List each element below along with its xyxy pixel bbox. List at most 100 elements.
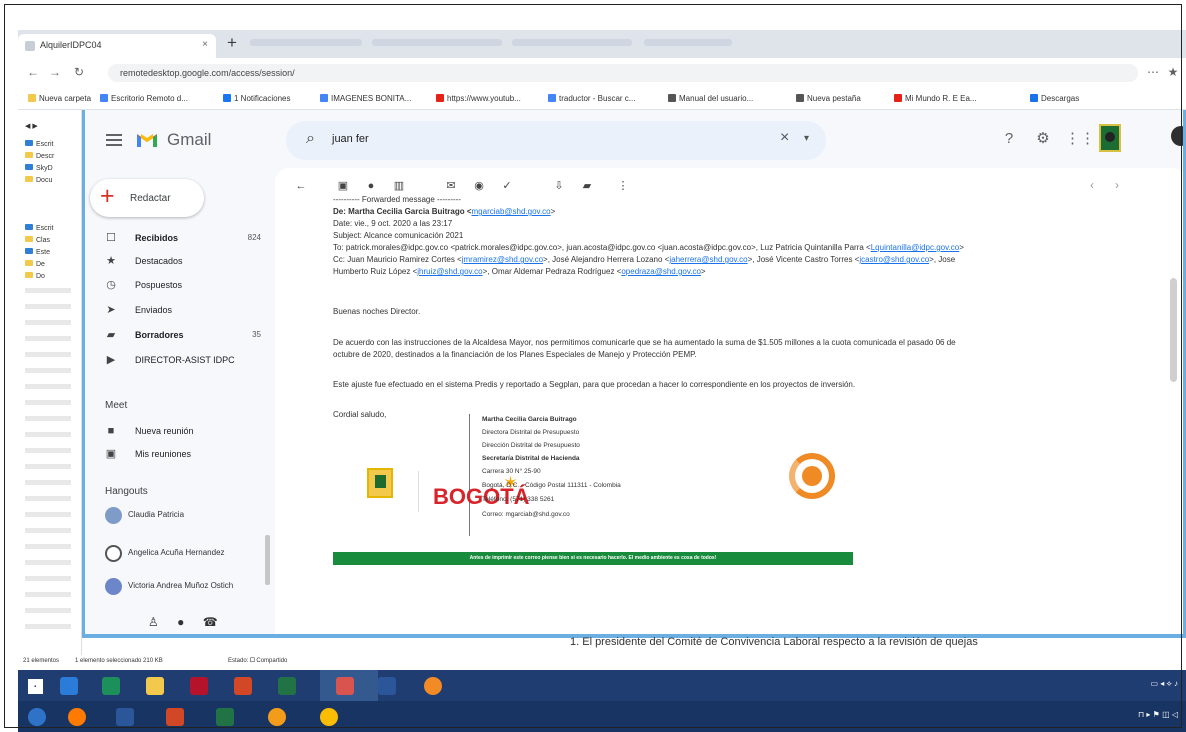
archive-icon[interactable]: ▣ (335, 178, 351, 194)
app-icon[interactable] (268, 708, 286, 726)
bookmark-item[interactable]: 1 Notificaciones (223, 94, 290, 106)
windows-icon[interactable] (28, 679, 43, 694)
windows-icon[interactable] (28, 708, 46, 726)
forward-icon[interactable]: → (48, 65, 62, 79)
explorer-item[interactable]: Escrit (25, 224, 54, 235)
bookmark-item[interactable]: traductor - Buscar c... (548, 94, 635, 106)
compose-button[interactable]: + Redactar (90, 179, 204, 217)
chrome-icon[interactable] (424, 677, 442, 695)
email-link[interactable]: Lquintanilla@idpc.gov.co (871, 243, 959, 252)
blurred-tab[interactable] (372, 39, 502, 46)
hangouts-contact[interactable]: Victoria Andrea Muñoz Ostich (105, 576, 273, 598)
more-vertical-icon[interactable]: ⋮ (615, 178, 631, 194)
browser-tab[interactable]: AlquilerIDPC04 × (18, 34, 216, 58)
hangouts-contact[interactable]: Claudia Patricia (105, 505, 273, 527)
explorer-item[interactable]: Docu (25, 176, 52, 187)
extension-icon[interactable]: ⋯ (1146, 65, 1160, 79)
url-input[interactable]: remotedesktop.google.com/access/session/ (108, 64, 1138, 82)
chevron-down-icon[interactable]: ▾ (804, 133, 809, 144)
close-icon[interactable]: × (780, 129, 789, 147)
firefox-icon[interactable] (68, 708, 86, 726)
nav-item-starred[interactable]: ★ Destacados (85, 250, 273, 272)
question-icon[interactable]: ? (999, 129, 1019, 149)
address-bar-row: ← → ↻ remotedesktop.google.com/access/se… (18, 58, 1186, 88)
blurred-tab[interactable] (512, 39, 632, 46)
store-icon[interactable] (102, 677, 120, 695)
nav-item-label[interactable]: ▶ DIRECTOR-ASIST IDPC (85, 349, 273, 371)
powerpoint-icon[interactable] (166, 708, 184, 726)
explorer-item[interactable]: SkyD (25, 164, 53, 175)
sidebar-scrollbar[interactable] (265, 535, 270, 585)
explorer-nav-icons[interactable]: ◀ ▶ (25, 122, 38, 133)
brave-icon[interactable] (190, 677, 208, 695)
nav-label: Borradores (135, 330, 184, 340)
email-link[interactable]: opedraza@shd.gov.co (621, 267, 701, 276)
word-icon[interactable] (378, 677, 396, 695)
report-icon[interactable]: ● (363, 178, 379, 194)
task-icon[interactable]: ✓ (499, 178, 515, 194)
email-link[interactable]: jaherrera@shd.gov.co (669, 255, 747, 264)
bookmark-item[interactable]: Nueva carpeta (28, 94, 91, 106)
apps-icon[interactable]: ⋮⋮⋮ (1065, 129, 1110, 149)
excel-icon[interactable] (216, 708, 234, 726)
word-icon[interactable] (116, 708, 134, 726)
explorer-item[interactable]: Do (25, 272, 45, 283)
meet-my-meetings[interactable]: ▣ Mis reuniones (85, 443, 273, 465)
email-link[interactable]: jmramirez@shd.gov.co (462, 255, 543, 264)
tab-close-button[interactable]: × (202, 39, 208, 50)
explorer-item[interactable]: Descr (25, 152, 54, 163)
arrow-left-icon[interactable]: ← (293, 178, 309, 194)
gear-icon[interactable]: ⚙ (1033, 129, 1053, 149)
bookmark-item[interactable]: Nueva pestaña (796, 94, 861, 106)
nav-item-drafts[interactable]: ▰ Borradores 35 (85, 324, 273, 346)
email-scrollbar[interactable] (1170, 278, 1177, 382)
search-value[interactable]: juan fer (332, 133, 369, 145)
chrome-icon[interactable] (320, 708, 338, 726)
nav-item-inbox[interactable]: ☐ Recibidos 824 (85, 227, 273, 249)
nav-item-snoozed[interactable]: ◷ Pospuestos (85, 274, 273, 296)
blurred-tab[interactable] (644, 39, 732, 46)
profile-avatar[interactable] (1171, 126, 1183, 146)
explorer-item[interactable]: Este (25, 248, 50, 259)
phone-icon[interactable]: ☎ (203, 615, 218, 629)
menu-icon[interactable] (106, 134, 122, 146)
hangouts-contact[interactable]: Angelica Acuña Hernandez (105, 543, 273, 565)
person-icon[interactable]: ♙ (148, 615, 159, 629)
mail-icon[interactable]: ✉ (443, 178, 459, 194)
app-icon[interactable] (336, 677, 354, 695)
bookmark-item[interactable]: Escritorio Remoto d... (100, 94, 188, 106)
bookmark-item[interactable]: https://www.youtub... (436, 94, 521, 106)
edge-icon[interactable] (60, 677, 78, 695)
bookmark-item[interactable]: Mi Mundo R. E Ea... (894, 94, 977, 106)
explorer-item[interactable]: De (25, 260, 45, 271)
nav-label: Mis reuniones (135, 449, 192, 459)
chevron-right-icon[interactable]: › (1115, 178, 1119, 192)
back-icon[interactable]: ← (26, 65, 40, 79)
trash-icon[interactable]: ▥ (391, 178, 407, 194)
snooze-icon[interactable]: ◉ (471, 178, 487, 194)
blurred-tab[interactable] (250, 39, 362, 46)
bookmark-item[interactable]: Descargas (1030, 94, 1079, 106)
reload-icon[interactable]: ↻ (72, 65, 86, 79)
chevron-left-icon[interactable]: ‹ (1090, 178, 1094, 192)
powerpoint-icon[interactable] (234, 677, 252, 695)
search-icon[interactable]: ⌕ (306, 130, 315, 148)
chat-icon[interactable]: ● (177, 615, 184, 629)
excel-icon[interactable] (278, 677, 296, 695)
bookmark-star-icon[interactable]: ★ (1166, 65, 1180, 79)
new-tab-button[interactable]: + (222, 33, 242, 53)
bookmark-item[interactable]: IMAGENES BONITA... (320, 94, 411, 106)
move-icon[interactable]: ⇩ (551, 178, 567, 194)
search-input[interactable]: ⌕ juan fer × ▾ (286, 121, 826, 160)
explorer-item[interactable]: Clas (25, 236, 50, 247)
explorer-item[interactable]: Escrit (25, 140, 54, 151)
email-link[interactable]: jhruiz@shd.gov.co (417, 267, 482, 276)
account-avatar[interactable] (1099, 124, 1121, 152)
label-icon[interactable]: ▰ (579, 178, 595, 194)
email-link[interactable]: jcastro@shd.gov.co (859, 255, 929, 264)
bookmark-item[interactable]: Manual del usuario... (668, 94, 753, 106)
meet-new-meeting[interactable]: ■ Nueva reunión (85, 420, 273, 442)
folder-icon[interactable] (146, 677, 164, 695)
nav-item-sent[interactable]: ➤ Enviados (85, 299, 273, 321)
email-link[interactable]: mgarciab@shd.gov.co (472, 207, 551, 216)
